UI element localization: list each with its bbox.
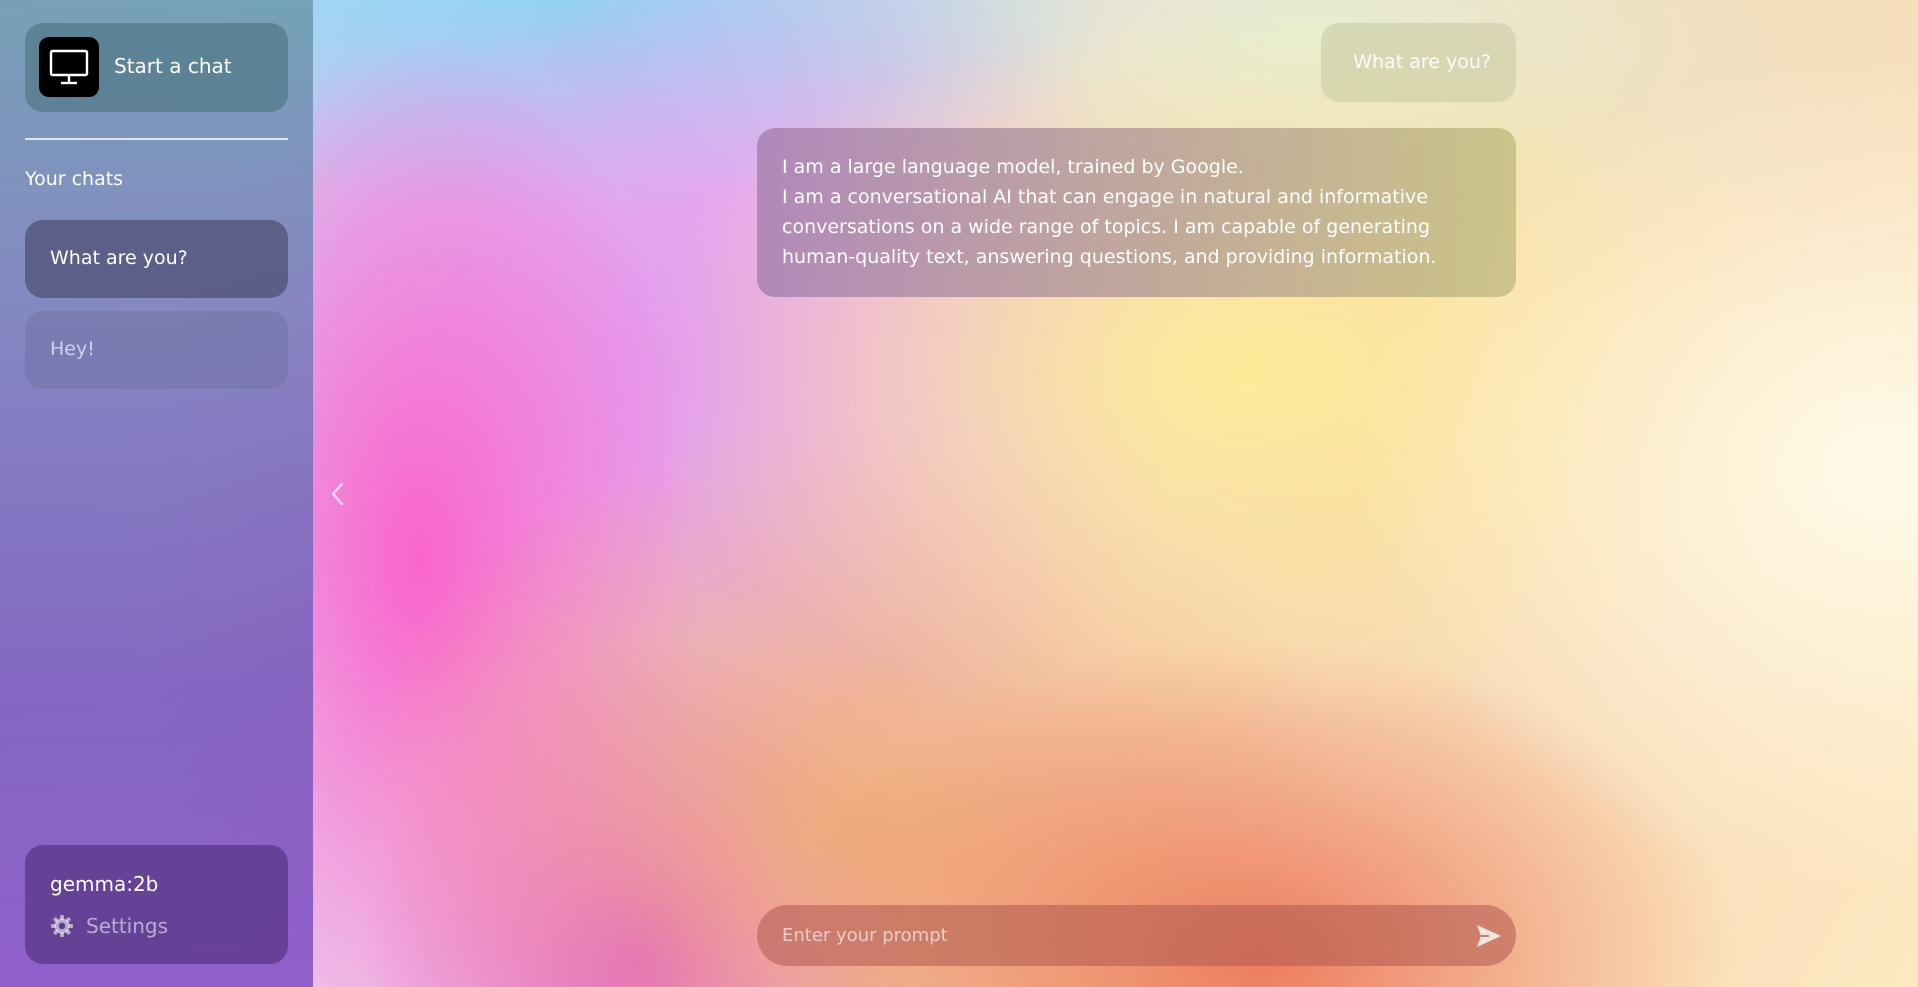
collapse-sidebar-button[interactable] — [326, 478, 350, 510]
assistant-message-text: I am a large language model, trained by … — [782, 152, 1502, 272]
assistant-message-line: I am a conversational AI that can engage… — [782, 186, 1428, 208]
chat-item-what-are-you[interactable]: What are you? — [25, 220, 288, 298]
prompt-composer — [757, 905, 1516, 966]
chat-item-title: What are you? — [50, 247, 188, 269]
settings-button[interactable]: Settings — [50, 911, 168, 941]
user-message-text: What are you? — [1353, 51, 1491, 73]
user-message-bubble: What are you? — [1321, 23, 1516, 102]
assistant-message-line: human-quality text, answering questions,… — [782, 246, 1437, 268]
sidebar: Start a chat Your chats What are you? He… — [0, 0, 313, 987]
model-name: gemma:2b — [50, 872, 159, 896]
send-button[interactable] — [1475, 923, 1503, 949]
assistant-message-bubble: I am a large language model, trained by … — [757, 128, 1516, 297]
chevron-left-icon — [331, 482, 344, 506]
assistant-message-line: I am a large language model, trained by … — [782, 156, 1244, 178]
app-window: Start a chat Your chats What are you? He… — [0, 0, 1918, 987]
gear-icon — [51, 915, 73, 937]
settings-label: Settings — [86, 914, 169, 938]
assistant-message-line: conversations on a wide range of topics.… — [782, 216, 1431, 238]
chat-item-hey[interactable]: Hey! — [25, 311, 288, 389]
chat-item-title: Hey! — [50, 338, 95, 360]
prompt-input[interactable] — [782, 905, 1452, 966]
start-chat-label: Start a chat — [114, 54, 232, 78]
your-chats-heading: Your chats — [25, 168, 124, 190]
start-chat-button[interactable]: Start a chat — [25, 23, 288, 112]
model-card: gemma:2b Settings — [25, 845, 288, 964]
monitor-icon — [39, 37, 99, 97]
sidebar-divider — [25, 138, 288, 140]
send-icon — [1477, 925, 1501, 947]
